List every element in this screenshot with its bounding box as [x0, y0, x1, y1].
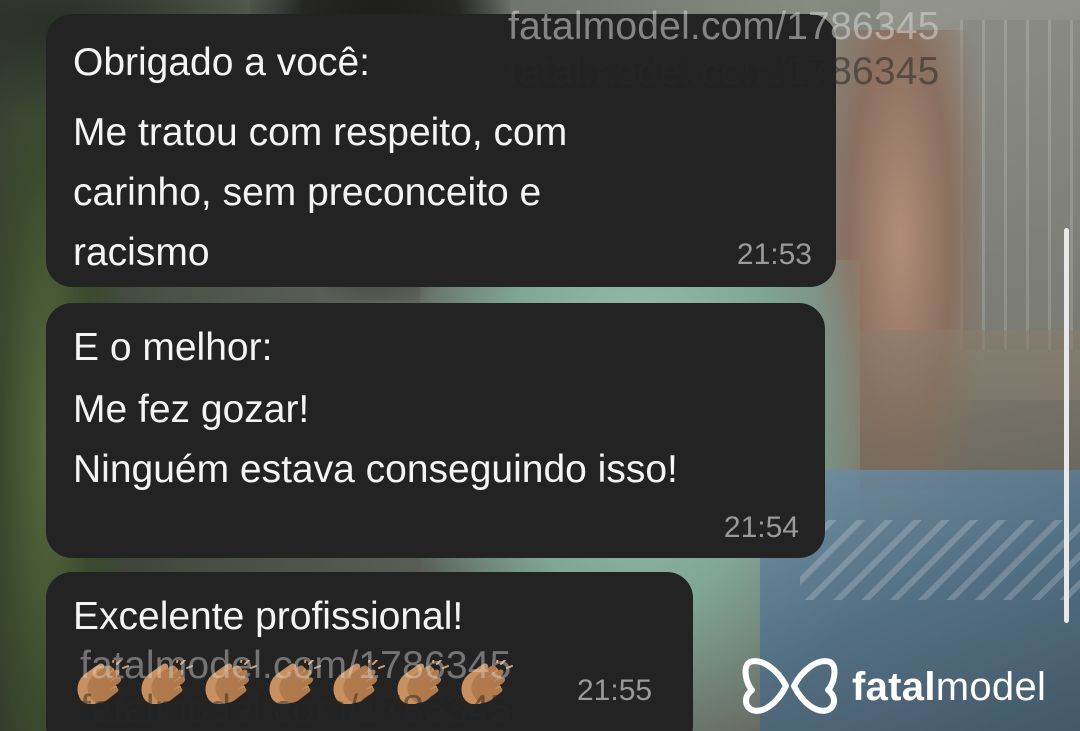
message-text-line: Excelente profissional!: [73, 595, 464, 638]
clapping-hands-icon: [265, 660, 321, 704]
brand-name-light: model: [935, 664, 1047, 709]
wallpaper-pool-tiles: [800, 520, 1080, 600]
brand-wordmark: fatalmodel: [852, 665, 1046, 710]
chat-scrollbar[interactable]: [1064, 228, 1069, 623]
message-text-line: Obrigado a você:: [73, 41, 371, 84]
clapping-hands-emoji-row: [73, 660, 513, 710]
clapping-hands-icon: [201, 660, 257, 704]
message-text-line: carinho, sem preconceito e: [73, 171, 542, 214]
clapping-hands-icon: [393, 660, 449, 704]
fatalmodel-butterfly-icon: [742, 658, 838, 714]
message-timestamp: 21:53: [736, 238, 812, 271]
message-text-line: E o melhor:: [73, 326, 273, 369]
clapping-hands-icon: [73, 660, 129, 704]
message-bubble-incoming[interactable]: Obrigado a você: Me tratou com respeito,…: [46, 14, 836, 287]
wallpaper-floor: [860, 330, 1080, 490]
message-bubble-incoming[interactable]: Excelente profissional! 21:55: [46, 572, 693, 731]
message-timestamp: 21:55: [577, 674, 653, 707]
clapping-hands-icon: [329, 660, 385, 704]
message-text-line: Ninguém estava conseguindo isso!: [73, 448, 678, 491]
message-bubble-incoming[interactable]: E o melhor: Me fez gozar! Ninguém estava…: [46, 303, 825, 558]
brand-name-bold: fatal: [852, 664, 936, 709]
message-timestamp: 21:54: [723, 511, 799, 544]
clapping-hands-icon: [457, 660, 513, 704]
message-text-line: Me fez gozar!: [73, 388, 310, 431]
message-text-line: racismo: [73, 231, 210, 274]
fatalmodel-logo: fatalmodel: [742, 656, 1046, 718]
clapping-hands-icon: [137, 660, 193, 704]
message-text-line: Me tratou com respeito, com: [73, 111, 568, 154]
